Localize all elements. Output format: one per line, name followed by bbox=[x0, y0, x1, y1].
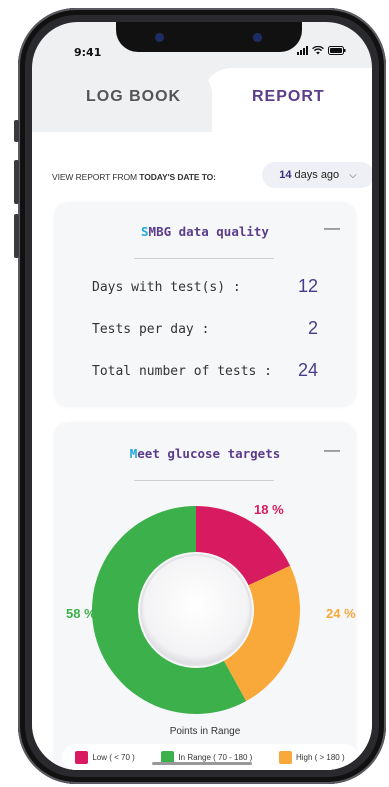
tab-report[interactable]: REPORT bbox=[202, 68, 372, 132]
pct-label-high: 24 % bbox=[326, 606, 356, 621]
home-indicator bbox=[152, 762, 252, 765]
glucose-targets-card: Meet glucose targets — 18 % 24 % 58 % Po… bbox=[54, 422, 356, 770]
tests-per-day-label: Tests per day : bbox=[92, 322, 210, 337]
collapse-glucose-button[interactable]: — bbox=[324, 442, 340, 460]
glucose-card-divider bbox=[134, 480, 274, 481]
glucose-legend: Low ( < 70 ) In Range ( 70 - 180 ) High … bbox=[62, 744, 358, 770]
status-time: 9:41 bbox=[74, 46, 102, 59]
status-icons bbox=[297, 46, 346, 55]
phone-screen: 9:41 REPORT LOG BOOK VIEW REPORT FROM TO… bbox=[32, 22, 372, 770]
tab-report-label: REPORT bbox=[252, 88, 325, 105]
smbg-data-quality-card: SMBG data quality — Days with test(s) : … bbox=[54, 202, 356, 406]
wifi-icon bbox=[312, 46, 324, 55]
speaker-icon bbox=[156, 34, 163, 41]
legend-item-high: High ( > 180 ) bbox=[278, 750, 345, 764]
pct-label-in-range: 58 % bbox=[66, 606, 96, 621]
tab-bar: REPORT LOG BOOK bbox=[32, 68, 372, 132]
days-with-tests-value: 12 bbox=[297, 276, 318, 296]
tests-per-day-value: 2 bbox=[307, 318, 318, 338]
tab-log-book-label: LOG BOOK bbox=[86, 88, 182, 105]
smbg-card-title: SMBG data quality bbox=[141, 224, 269, 239]
report-content: VIEW REPORT FROM TODAY'S DATE TO: 14 day… bbox=[32, 132, 372, 770]
glucose-card-title: Meet glucose targets bbox=[129, 446, 281, 461]
date-range-select[interactable]: 14 days ago ⌵ bbox=[262, 162, 372, 188]
report-range-label: VIEW REPORT FROM TODAY'S DATE TO: bbox=[52, 172, 216, 182]
battery-icon bbox=[328, 46, 346, 55]
legend-item-low: Low ( < 70 ) bbox=[75, 750, 135, 764]
camera-icon bbox=[254, 34, 261, 41]
volume-up-button bbox=[14, 160, 19, 204]
glucose-donut-chart bbox=[92, 506, 300, 714]
notch bbox=[116, 22, 302, 52]
points-in-range-caption: Points in Range bbox=[169, 726, 241, 737]
total-tests-label: Total number of tests : bbox=[92, 364, 273, 379]
total-tests-value: 24 bbox=[297, 360, 318, 380]
smbg-card-divider bbox=[134, 258, 274, 259]
chevron-down-icon: ⌵ bbox=[349, 169, 357, 181]
legend-swatch-low bbox=[75, 750, 89, 764]
days-with-tests-label: Days with test(s) : bbox=[92, 280, 241, 295]
signal-icon bbox=[297, 46, 308, 55]
legend-swatch-high bbox=[278, 750, 292, 764]
volume-down-button bbox=[14, 214, 19, 258]
mute-switch bbox=[14, 120, 19, 142]
collapse-smbg-button[interactable]: — bbox=[324, 220, 340, 238]
donut-hole bbox=[140, 554, 252, 666]
pct-label-low: 18 % bbox=[254, 502, 284, 517]
tab-log-book[interactable]: LOG BOOK bbox=[32, 68, 212, 132]
